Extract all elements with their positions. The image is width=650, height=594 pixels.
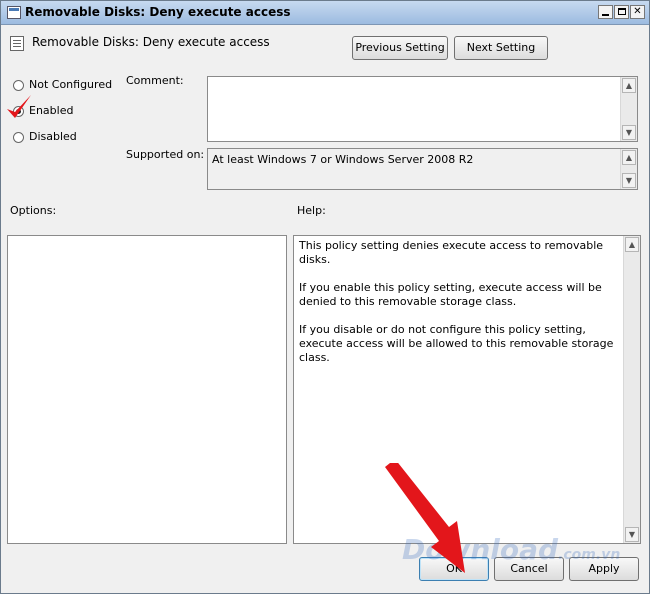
help-label: Help:: [297, 204, 326, 217]
scroll-up-arrow-icon[interactable]: ▲: [622, 150, 636, 165]
next-setting-button[interactable]: Next Setting: [454, 36, 548, 60]
help-paragraph: If you enable this policy setting, execu…: [299, 281, 602, 308]
options-label: Options:: [10, 204, 57, 217]
comment-scrollbar[interactable]: ▲ ▼: [620, 77, 637, 141]
ok-button[interactable]: OK: [419, 557, 489, 581]
help-scrollbar[interactable]: ▲ ▼: [623, 236, 640, 543]
radio-circle[interactable]: [13, 80, 24, 91]
help-panel: This policy setting denies execute acces…: [293, 235, 641, 544]
minimize-icon: [602, 14, 609, 16]
help-paragraph: If you disable or do not configure this …: [299, 323, 614, 364]
radio-label: Enabled: [29, 104, 74, 117]
minimize-button[interactable]: [598, 5, 613, 19]
scroll-up-arrow-icon[interactable]: ▲: [622, 78, 636, 93]
maximize-icon: [617, 8, 626, 15]
supported-on-label: Supported on:: [126, 148, 205, 161]
maximize-button[interactable]: [614, 5, 629, 19]
policy-icon: [7, 6, 21, 19]
policy-dialog: Removable Disks: Deny execute access ✕ R…: [0, 0, 650, 594]
setting-icon: [10, 36, 24, 51]
scroll-down-arrow-icon[interactable]: ▼: [625, 527, 639, 542]
scroll-up-arrow-icon[interactable]: ▲: [625, 237, 639, 252]
supported-on-value: At least Windows 7 or Windows Server 200…: [212, 153, 474, 166]
comment-textarea[interactable]: ▲ ▼: [207, 76, 638, 142]
scroll-down-arrow-icon[interactable]: ▼: [622, 125, 636, 140]
close-icon: ✕: [633, 6, 642, 17]
supported-scrollbar[interactable]: ▲ ▼: [620, 149, 637, 189]
close-button[interactable]: ✕: [630, 5, 645, 19]
radio-circle[interactable]: [13, 132, 24, 143]
setting-title: Removable Disks: Deny execute access: [32, 35, 270, 49]
scroll-down-arrow-icon[interactable]: ▼: [622, 173, 636, 188]
options-panel: [7, 235, 287, 544]
radio-label: Disabled: [29, 130, 77, 143]
previous-setting-button[interactable]: Previous Setting: [352, 36, 448, 60]
title-bar[interactable]: Removable Disks: Deny execute access ✕: [1, 1, 649, 25]
cancel-button[interactable]: Cancel: [494, 557, 564, 581]
help-paragraph: This policy setting denies execute acces…: [299, 239, 604, 266]
window-title: Removable Disks: Deny execute access: [25, 5, 291, 19]
red-checkmark-icon: [7, 95, 31, 118]
comment-label: Comment:: [126, 74, 184, 87]
help-text: This policy setting denies execute acces…: [299, 239, 617, 379]
radio-label: Not Configured: [29, 78, 113, 91]
apply-button[interactable]: Apply: [569, 557, 639, 581]
supported-on-field: At least Windows 7 or Windows Server 200…: [207, 148, 638, 190]
